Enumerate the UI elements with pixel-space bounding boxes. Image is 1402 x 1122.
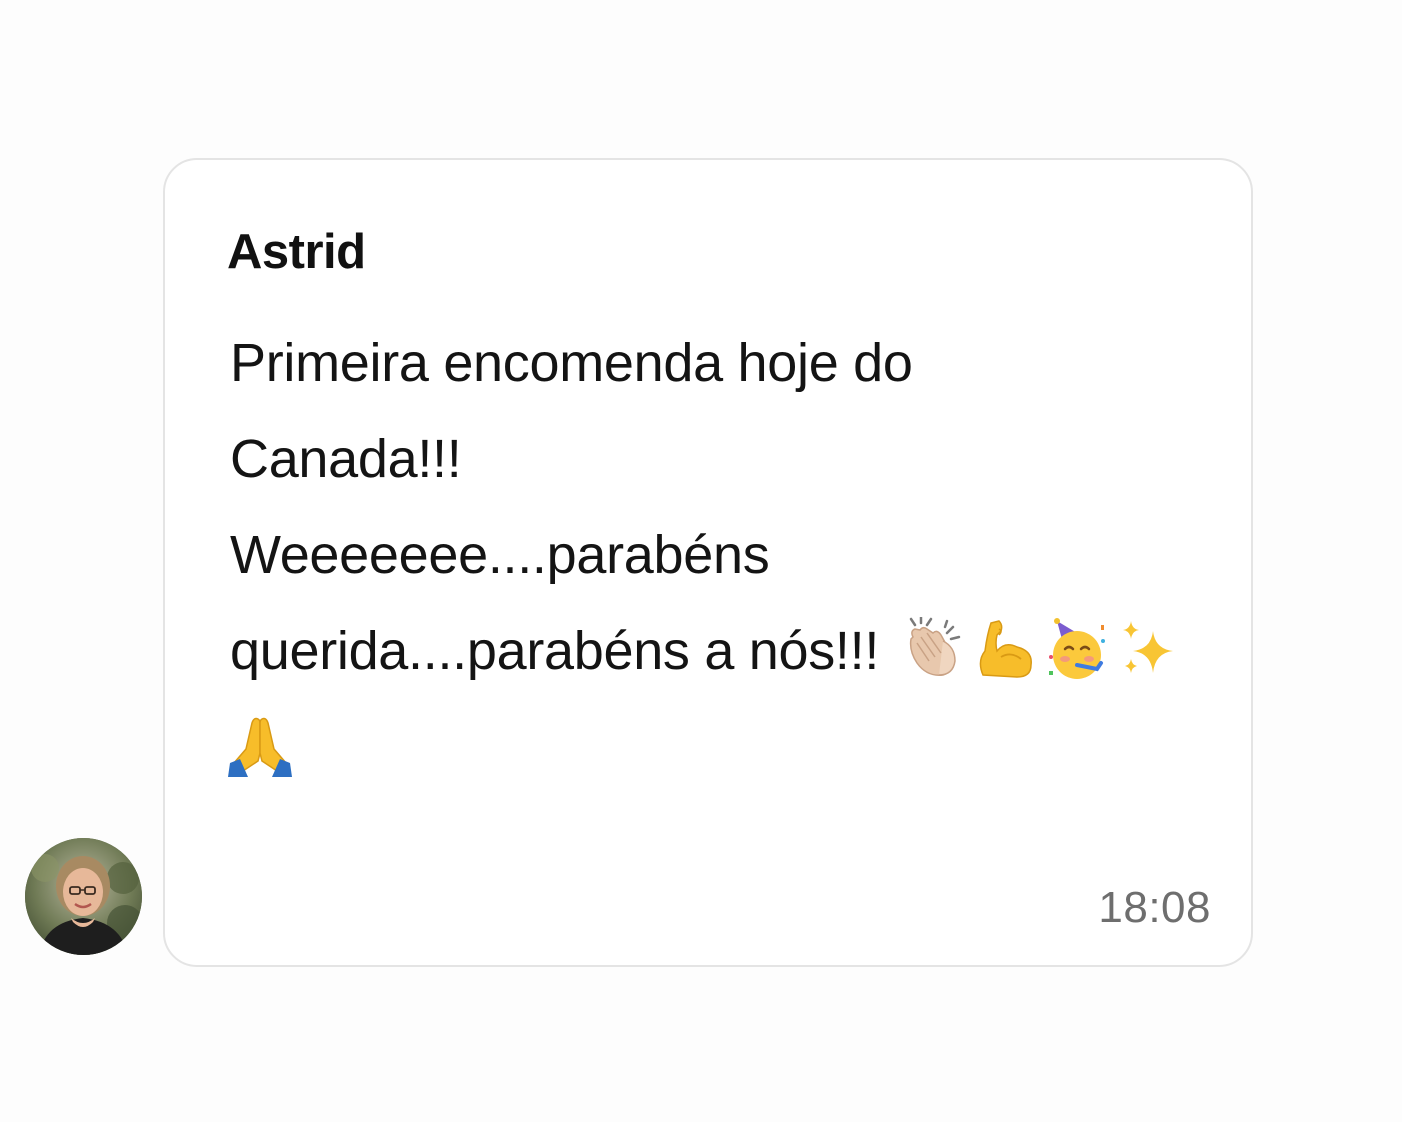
message-line: querida....parabéns a nós!!! [230, 621, 880, 681]
message-timestamp: 18:08 [1098, 883, 1211, 932]
message-emoji-line [228, 699, 1220, 795]
message-bubble[interactable]: Astrid Primeira encomenda hoje do Canada… [163, 158, 1253, 967]
message-line: Weeeeeee....parabéns [230, 525, 770, 585]
clapping-hands-icon [901, 616, 965, 681]
sender-name: Astrid [227, 225, 366, 279]
sparkles-icon [1117, 617, 1181, 681]
chat-view: Astrid Primeira encomenda hoje do Canada… [0, 0, 1402, 1122]
message-line-with-emojis: querida....parabéns a nós!!! [230, 603, 1220, 699]
avatar[interactable] [25, 838, 142, 955]
message-line: Primeira encomenda hoje do [230, 333, 913, 393]
message-line: Canada!!! [230, 429, 462, 489]
message-text: Primeira encomenda hoje do Canada!!! Wee… [228, 315, 1220, 795]
partying-face-icon [1045, 617, 1109, 681]
flexed-biceps-icon [973, 617, 1037, 681]
folded-hands-icon [228, 713, 292, 777]
